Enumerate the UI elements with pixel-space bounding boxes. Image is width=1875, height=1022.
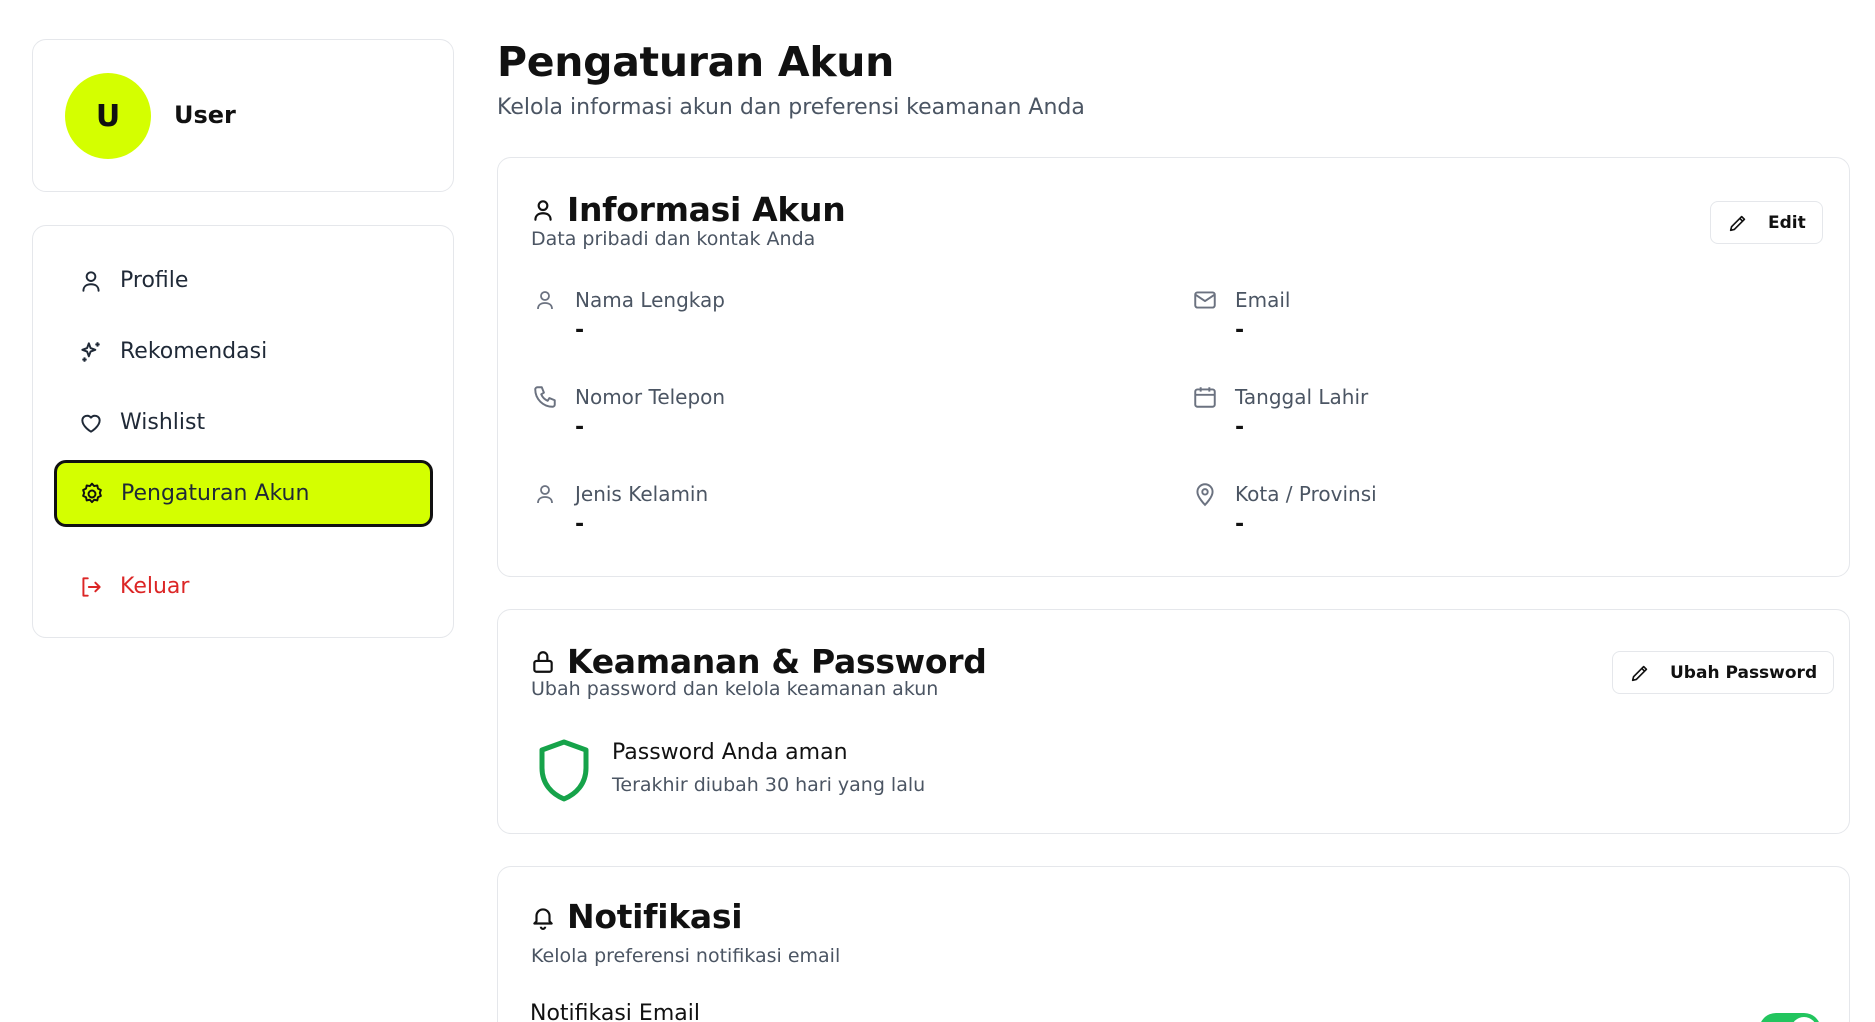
- page-title: Pengaturan Akun: [497, 38, 895, 86]
- field-value: -: [1235, 512, 1245, 537]
- security-section: Keamanan & Password Ubah password dan ke…: [497, 609, 1850, 834]
- password-last-changed: Terakhir diubah 30 hari yang lalu: [612, 774, 926, 796]
- user-icon: [531, 480, 559, 508]
- map-pin-icon: [1191, 480, 1219, 508]
- edit-button[interactable]: Edit: [1710, 201, 1823, 244]
- field-value: -: [1235, 318, 1245, 343]
- field-tanggal-lahir: Tanggal Lahir -: [1191, 383, 1691, 453]
- bell-icon: [530, 903, 558, 931]
- sidebar-item-pengaturan-akun[interactable]: Pengaturan Akun: [54, 460, 433, 527]
- user-icon: [76, 266, 106, 296]
- sidebar-item-label: Wishlist: [120, 410, 206, 435]
- sidebar-item-label: Pengaturan Akun: [121, 481, 310, 506]
- field-jenis-kelamin: Jenis Kelamin -: [531, 480, 1031, 550]
- field-value: -: [575, 512, 585, 537]
- sidebar-item-label: Keluar: [120, 574, 190, 599]
- sidebar-nav: Profile Rekomendasi Wishlist Pengaturan …: [32, 225, 454, 638]
- logout-button[interactable]: Keluar: [54, 553, 433, 620]
- email-notification-label: Notifikasi Email: [530, 1001, 700, 1022]
- section-title: Notifikasi: [567, 897, 743, 936]
- email-notification-toggle[interactable]: [1759, 1013, 1821, 1022]
- field-value: -: [575, 415, 585, 440]
- shield-icon: [539, 739, 589, 802]
- sidebar-item-label: Rekomendasi: [120, 339, 268, 364]
- change-password-button[interactable]: Ubah Password: [1612, 651, 1835, 694]
- heart-icon: [76, 408, 106, 438]
- sparkles-icon: [76, 337, 106, 367]
- section-description: Data pribadi dan kontak Anda: [531, 228, 816, 250]
- account-info-section: Informasi Akun Data pribadi dan kontak A…: [497, 157, 1850, 577]
- user-icon: [531, 286, 559, 314]
- field-kota-provinsi: Kota / Provinsi -: [1191, 480, 1691, 550]
- field-label: Email: [1235, 288, 1291, 312]
- password-status: Password Anda aman: [612, 740, 848, 765]
- sidebar-item-label: Profile: [120, 268, 189, 293]
- calendar-icon: [1191, 383, 1219, 411]
- section-description: Ubah password dan kelola keamanan akun: [531, 678, 939, 700]
- field-value: -: [1235, 415, 1245, 440]
- logout-icon: [76, 572, 106, 602]
- sidebar-item-profile[interactable]: Profile: [54, 247, 433, 314]
- sidebar-item-wishlist[interactable]: Wishlist: [54, 389, 433, 456]
- field-nama-lengkap: Nama Lengkap -: [531, 286, 1031, 356]
- field-label: Tanggal Lahir: [1235, 385, 1369, 409]
- pencil-icon: [1727, 211, 1751, 235]
- field-label: Jenis Kelamin: [575, 482, 709, 506]
- section-description: Kelola preferensi notifikasi email: [531, 945, 841, 967]
- field-label: Kota / Provinsi: [1235, 482, 1377, 506]
- field-label: Nomor Telepon: [575, 385, 726, 409]
- field-value: -: [575, 318, 585, 343]
- field-email: Email -: [1191, 286, 1691, 356]
- page-subtitle: Kelola informasi akun dan preferensi kea…: [497, 95, 1085, 120]
- field-label: Nama Lengkap: [575, 288, 725, 312]
- user-card: U User: [32, 39, 454, 192]
- pencil-icon: [1629, 661, 1653, 685]
- user-icon: [530, 196, 558, 224]
- toggle-knob: [1791, 1017, 1817, 1022]
- notifications-section: Notifikasi Kelola preferensi notifikasi …: [497, 866, 1850, 1022]
- phone-icon: [531, 383, 559, 411]
- avatar: U: [65, 73, 151, 159]
- lock-icon: [530, 648, 558, 676]
- change-password-label: Ubah Password: [1670, 662, 1818, 683]
- sidebar-item-rekomendasi[interactable]: Rekomendasi: [54, 318, 433, 385]
- user-name: User: [174, 101, 236, 129]
- settings-icon: [77, 479, 107, 509]
- field-nomor-telepon: Nomor Telepon -: [531, 383, 1031, 453]
- section-title: Informasi Akun: [567, 190, 846, 229]
- section-title: Keamanan & Password: [567, 642, 987, 681]
- edit-button-label: Edit: [1768, 212, 1806, 233]
- mail-icon: [1191, 286, 1219, 314]
